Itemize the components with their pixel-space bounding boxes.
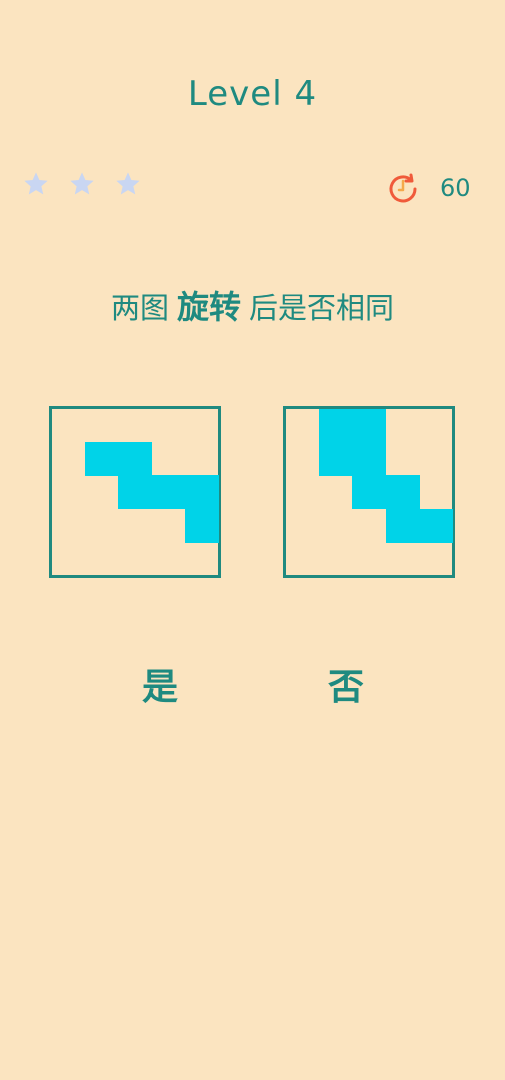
shape-cell	[352, 442, 387, 477]
star-icon	[116, 172, 140, 195]
shape-cell	[352, 409, 387, 443]
question-text: 两图 旋转 后是否相同	[0, 282, 505, 328]
shape-cell	[118, 442, 153, 477]
star-icon	[24, 172, 48, 195]
shape-cell	[319, 442, 354, 477]
shape-cell	[385, 475, 420, 510]
star-rating	[22, 170, 142, 198]
no-button[interactable]: 否	[296, 658, 396, 710]
star-icon	[70, 172, 94, 195]
yes-button[interactable]: 是	[110, 658, 210, 710]
shape-cell	[418, 508, 453, 543]
shape-cell	[85, 442, 120, 477]
question-prefix: 两图	[110, 291, 169, 325]
shape-cell	[319, 409, 354, 443]
question-suffix: 后是否相同	[249, 291, 395, 325]
left-shape-board	[49, 406, 221, 578]
level-title: Level 4	[187, 74, 318, 114]
shape-cell	[184, 508, 219, 543]
timer-value: 60	[440, 174, 471, 202]
right-shape-board	[283, 406, 455, 578]
shape-cell	[118, 475, 153, 510]
question-emphasis: 旋转	[176, 288, 241, 326]
shape-cell	[352, 475, 387, 510]
shape-cell	[184, 475, 219, 510]
shape-cell	[151, 475, 186, 510]
clock-icon	[389, 173, 417, 203]
shape-cell	[385, 508, 420, 543]
